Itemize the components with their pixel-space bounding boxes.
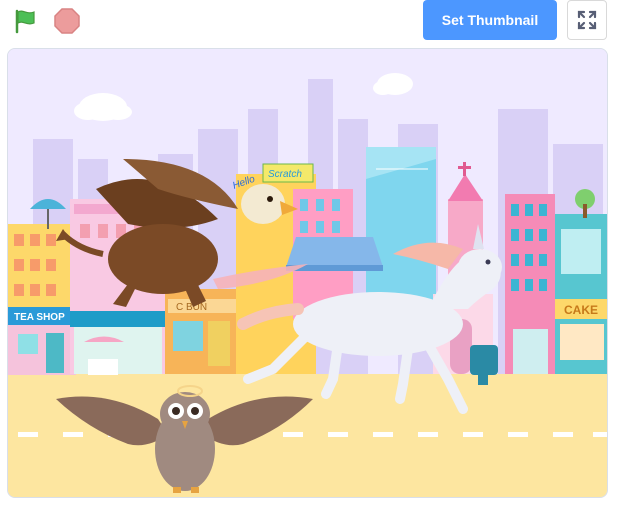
scratch-sign: Scratch bbox=[268, 169, 302, 180]
green-flag-icon[interactable] bbox=[12, 8, 40, 34]
stage-toolbar: Set Thumbnail bbox=[0, 0, 618, 44]
fullscreen-icon bbox=[577, 10, 597, 30]
stop-sign-icon[interactable] bbox=[53, 7, 81, 35]
fullscreen-button[interactable] bbox=[567, 0, 607, 40]
cake-shop: CAKE bbox=[555, 214, 607, 374]
tea-shop-building: TEA SHOP bbox=[8, 224, 76, 375]
cake-sign: CAKE bbox=[564, 303, 598, 317]
right-pink-building bbox=[505, 194, 555, 374]
stage-canvas[interactable]: TEA SHOP C BUN Scratch Hello CAKE bbox=[7, 48, 608, 498]
set-thumbnail-button[interactable]: Set Thumbnail bbox=[423, 0, 557, 40]
tea-shop-sign: TEA SHOP bbox=[14, 312, 65, 323]
